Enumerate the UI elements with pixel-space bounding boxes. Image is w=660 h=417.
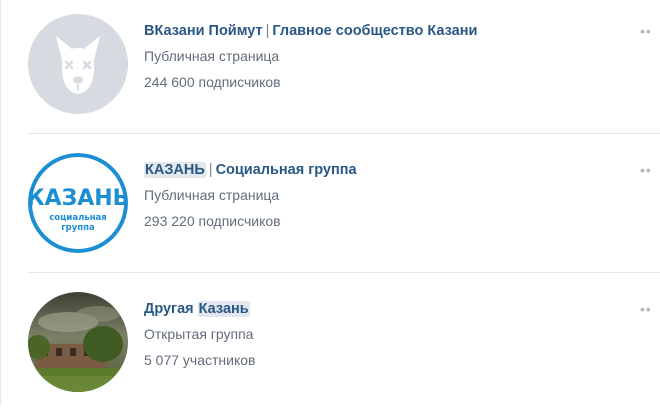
group-avatar[interactable] xyxy=(28,292,128,392)
logo-sub: группа xyxy=(61,223,95,233)
group-name-part[interactable]: Казань xyxy=(197,301,250,317)
divider xyxy=(28,272,660,273)
group-members: 244 600 подписчиков xyxy=(144,74,281,90)
group-title[interactable]: Другая Казань xyxy=(144,298,255,320)
group-row: ВКазани Поймут | Главное сообщество Казани… xyxy=(0,0,660,139)
group-name-part[interactable]: Главное сообщество Казани xyxy=(272,23,477,39)
group-row: КАЗАНЬ социальная группа КАЗАНЬ | Социальн… xyxy=(0,139,660,278)
group-title[interactable]: КАЗАНЬ | Социальная группа xyxy=(144,159,357,181)
more-actions-button[interactable]: •• xyxy=(640,163,660,177)
group-type: Публичная страница xyxy=(144,48,280,64)
vk-deactivated-dog-icon xyxy=(28,14,128,114)
title-separator: | xyxy=(265,23,270,39)
logo-title: КАЗАНЬ xyxy=(28,186,128,211)
group-avatar[interactable] xyxy=(28,14,128,114)
group-name-part[interactable]: ВКазани Поймут xyxy=(144,23,263,39)
group-avatar[interactable]: КАЗАНЬ социальная группа xyxy=(28,153,128,253)
divider xyxy=(28,133,660,134)
group-members: 293 220 подписчиков xyxy=(144,213,281,229)
group-type: Публичная страница xyxy=(144,187,280,203)
group-type: Открытая группа xyxy=(144,326,254,342)
group-name-part[interactable]: Социальная группа xyxy=(216,162,357,178)
title-separator: | xyxy=(208,162,213,178)
more-actions-button[interactable]: •• xyxy=(640,302,660,316)
more-actions-button[interactable]: •• xyxy=(640,24,660,38)
landscape-photo-icon xyxy=(28,292,128,392)
group-row: Другая Казань Открытая группа 5 077 учас… xyxy=(0,278,660,417)
group-name-part[interactable]: Другая xyxy=(144,301,194,317)
group-members: 5 077 участников xyxy=(144,352,256,368)
group-title[interactable]: ВКазани Поймут | Главное сообщество Казани xyxy=(144,20,477,42)
logo-sub: социальная xyxy=(49,213,107,223)
group-name-part[interactable]: КАЗАНЬ xyxy=(144,162,206,178)
kazan-logo-icon: КАЗАНЬ социальная группа xyxy=(28,153,128,253)
